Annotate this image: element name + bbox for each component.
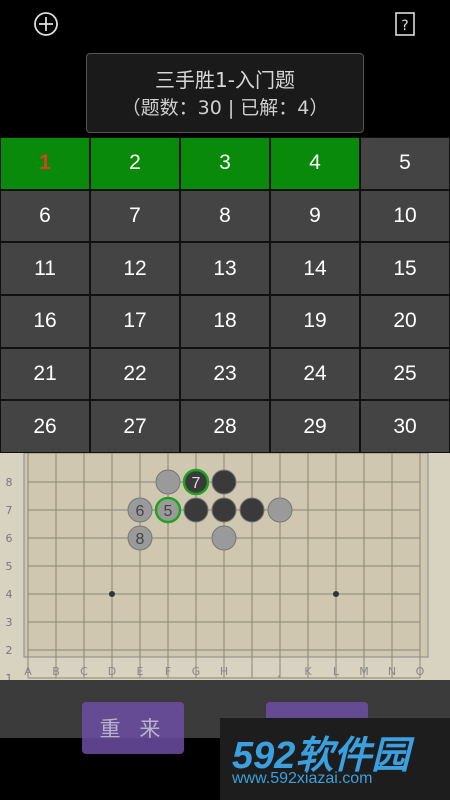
row-label-4: 4 [6, 588, 13, 601]
problem-cell-8[interactable]: 8 [180, 189, 270, 243]
problem-cell-17[interactable]: 17 [90, 295, 180, 348]
problem-cell-23[interactable]: 23 [180, 347, 270, 401]
col-label-O: O [416, 665, 425, 678]
problem-grid: 1 2 3 4 5 6 7 8 9 10 11 12 13 14 15 16 17 18 19 20 21 22 23 24 2… [0, 137, 450, 453]
stone-label-6: 6 [136, 503, 145, 520]
problem-cell-27[interactable]: 27 [90, 400, 180, 453]
watermark-logo: 592软件园 www.592xiazai.com [220, 718, 450, 800]
col-label-G: G [192, 665, 201, 678]
watermark-url: www.592xiazai.com [232, 770, 373, 787]
problem-cell-29[interactable]: 29 [270, 400, 360, 453]
stone-black-I7 [239, 497, 265, 523]
problem-cell-13[interactable]: 13 [180, 242, 270, 295]
problem-cell-15[interactable]: 15 [360, 242, 450, 295]
problem-cell-7[interactable]: 7 [90, 189, 180, 243]
col-label-C: C [80, 665, 88, 678]
star-point-D4 [109, 591, 115, 597]
col-label-B: B [52, 665, 60, 678]
restart-button[interactable]: 重 来 [82, 702, 184, 754]
problem-cell-25[interactable]: 25 [360, 347, 450, 401]
problem-cell-6[interactable]: 6 [0, 189, 90, 243]
stone-white-J7 [267, 497, 293, 523]
game-board[interactable]: A B C D E F G H I J K L M N O 8 7 6 5 4 3 2 1 6 5 8 7 [0, 453, 450, 680]
col-label-K: K [304, 665, 312, 678]
problem-cell-28[interactable]: 28 [180, 400, 270, 453]
problem-cell-1[interactable]: 1 [0, 137, 90, 190]
problem-cell-10[interactable]: 10 [360, 189, 450, 243]
row-label-8: 8 [6, 476, 13, 489]
stone-label-7: 7 [192, 475, 201, 492]
top-toolbar: ? [0, 0, 450, 48]
row-label-7: 7 [6, 504, 13, 517]
svg-text:?: ? [401, 18, 408, 34]
problem-cell-5[interactable]: 5 [360, 137, 450, 190]
problem-cell-12[interactable]: 12 [90, 242, 180, 295]
stone-label-8: 8 [136, 531, 145, 548]
row-label-1: 1 [6, 672, 13, 680]
problem-cell-22[interactable]: 22 [90, 347, 180, 401]
problem-cell-26[interactable]: 26 [0, 400, 90, 453]
stone-black-H7 [211, 497, 237, 523]
stone-white-F8 [155, 469, 181, 495]
stone-label-5: 5 [164, 503, 173, 520]
problem-cell-3[interactable]: 3 [180, 137, 270, 190]
col-label-N: N [388, 665, 396, 678]
plus-circle-icon[interactable] [33, 11, 59, 37]
star-point-L4 [333, 591, 339, 597]
col-label-D: D [108, 665, 116, 678]
col-label-L: L [333, 665, 340, 678]
problem-cell-30[interactable]: 30 [360, 400, 450, 453]
problem-cell-4[interactable]: 4 [270, 137, 360, 190]
problem-cell-9[interactable]: 9 [270, 189, 360, 243]
row-label-6: 6 [6, 532, 13, 545]
col-label-A: A [24, 665, 32, 678]
problem-cell-11[interactable]: 11 [0, 242, 90, 295]
row-label-2: 2 [6, 644, 13, 657]
col-label-M: M [359, 665, 369, 678]
col-label-E: E [137, 665, 144, 678]
problem-set-title: 三手胜1-入门题 [155, 68, 295, 92]
problem-cell-19[interactable]: 19 [270, 295, 360, 348]
stone-white-H6 [211, 525, 237, 551]
problem-cell-21[interactable]: 21 [0, 347, 90, 401]
stone-black-H8 [211, 469, 237, 495]
problem-cell-24[interactable]: 24 [270, 347, 360, 401]
problem-set-stats: （题数：30 | 已解：4） [121, 97, 329, 119]
problem-cell-16[interactable]: 16 [0, 295, 90, 348]
col-label-J: J [277, 665, 281, 678]
problem-cell-20[interactable]: 20 [360, 295, 450, 348]
problem-set-header: 三手胜1-入门题 （题数：30 | 已解：4） [86, 53, 364, 133]
row-label-5: 5 [6, 560, 13, 573]
col-label-I: I [250, 665, 253, 678]
problem-cell-2[interactable]: 2 [90, 137, 180, 190]
problem-cell-18[interactable]: 18 [180, 295, 270, 348]
help-icon[interactable]: ? [394, 11, 416, 37]
row-label-3: 3 [6, 616, 13, 629]
stone-black-G7 [183, 497, 209, 523]
col-label-H: H [220, 665, 228, 678]
col-label-F: F [165, 665, 171, 678]
problem-cell-14[interactable]: 14 [270, 242, 360, 295]
